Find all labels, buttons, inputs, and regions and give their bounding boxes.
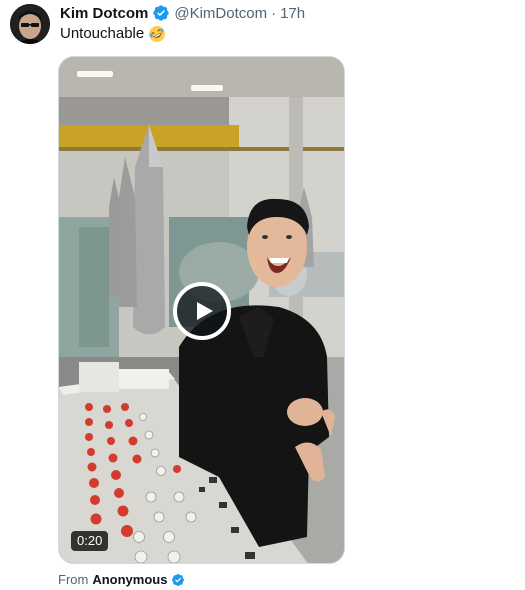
verified-badge-icon[interactable] [152, 4, 170, 22]
tweet-text: Untouchable [60, 24, 166, 44]
tweet-timestamp[interactable]: 17h [280, 5, 305, 22]
play-icon [197, 302, 213, 320]
video-attribution: From Anonymous [58, 572, 185, 587]
play-button[interactable] [173, 282, 231, 340]
author-handle[interactable]: @KimDotcom [174, 5, 267, 22]
attribution-prefix: From [58, 572, 89, 587]
rolling-on-floor-laughing-emoji-icon [148, 25, 166, 43]
author-avatar[interactable] [10, 4, 50, 44]
tweet-header: Kim Dotcom @KimDotcom · 17h [60, 3, 305, 23]
header-separator: · [271, 4, 277, 22]
tweet: Kim Dotcom @KimDotcom · 17h Untouchable [0, 0, 525, 590]
tweet-text-content: Untouchable [60, 25, 145, 42]
video-duration: 0:20 [71, 531, 109, 551]
author-display-name[interactable]: Kim Dotcom [60, 5, 148, 22]
verified-badge-icon[interactable] [171, 573, 185, 587]
video-player[interactable]: 0:20 [58, 56, 345, 564]
attribution-source-name[interactable]: Anonymous [92, 572, 167, 587]
